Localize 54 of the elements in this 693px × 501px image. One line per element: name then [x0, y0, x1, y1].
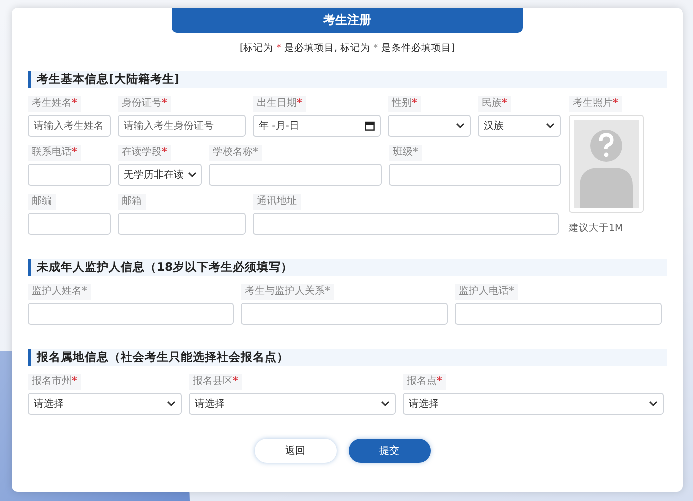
chevron-down-icon [649, 401, 658, 407]
date-field[interactable]: 年 -月-日 [253, 115, 381, 137]
input-field[interactable] [209, 164, 382, 186]
chevron-down-icon [188, 172, 197, 178]
field-label: 监护人姓名* [28, 284, 92, 300]
field-label: 报名县区* [189, 374, 242, 390]
input-field[interactable] [118, 213, 246, 235]
field-label: 通讯地址 [253, 194, 301, 210]
field-label: 民族* [478, 96, 512, 112]
section-title: 考生基本信息[大陆籍考生] [28, 71, 667, 88]
input-field[interactable] [253, 213, 559, 235]
field-label: 报名点* [403, 374, 446, 390]
field-label: 班级* [389, 145, 422, 161]
field-label: 邮编 [28, 194, 56, 210]
input-field[interactable] [28, 213, 111, 235]
section-title: 未成年人监护人信息（18岁以下考生必须填写） [28, 259, 667, 276]
field-label: 监护人电话* [455, 284, 518, 300]
field-label: 联系电话* [28, 145, 82, 161]
input-field[interactable] [28, 164, 111, 186]
chevron-down-icon [456, 123, 465, 129]
field-label: 在读学段* [118, 145, 172, 161]
input-field[interactable]: 请输入考生身份证号 [118, 115, 246, 137]
field-label: 学校名称* [209, 145, 262, 161]
input-field[interactable] [28, 303, 234, 325]
submit-button[interactable]: 提交 [348, 439, 430, 463]
select-dropdown[interactable]: 请选择 [28, 393, 182, 415]
field-label: 出生日期* [253, 96, 306, 112]
photo-upload[interactable] [569, 115, 644, 213]
calendar-icon [365, 121, 375, 131]
photo-hint: 建议大于1M [569, 222, 624, 235]
field-label: 邮箱 [118, 194, 146, 210]
input-field[interactable] [455, 303, 662, 325]
select-dropdown[interactable]: 请选择 [189, 393, 396, 415]
page-title: 考生注册 [172, 8, 523, 33]
field-label: 报名市州* [28, 374, 82, 390]
back-button[interactable]: 返回 [254, 439, 336, 463]
field-label: 性别* [388, 96, 422, 112]
chevron-down-icon [167, 401, 176, 407]
input-field[interactable]: 请输入考生姓名 [28, 115, 111, 137]
field-label: 考生姓名* [28, 96, 82, 112]
select-dropdown[interactable]: 请选择 [403, 393, 664, 415]
field-label: 考生照片* [569, 96, 622, 112]
select-dropdown[interactable]: 无学历非在读 [118, 164, 202, 186]
chevron-down-icon [546, 123, 555, 129]
input-field[interactable] [241, 303, 448, 325]
section-title: 报名属地信息（社会考生只能选择社会报名点） [28, 349, 667, 366]
field-label: 考生与监护人关系* [241, 284, 334, 300]
chevron-down-icon [381, 401, 390, 407]
select-dropdown[interactable]: 汉族 [478, 115, 561, 137]
field-label: 身份证号* [118, 96, 172, 112]
input-field[interactable] [389, 164, 561, 186]
select-dropdown[interactable] [388, 115, 471, 137]
required-notice: [标记为 * 是必填项目, 标记为 * 是条件必填项目] [238, 42, 456, 55]
avatar-placeholder-icon [574, 120, 639, 208]
